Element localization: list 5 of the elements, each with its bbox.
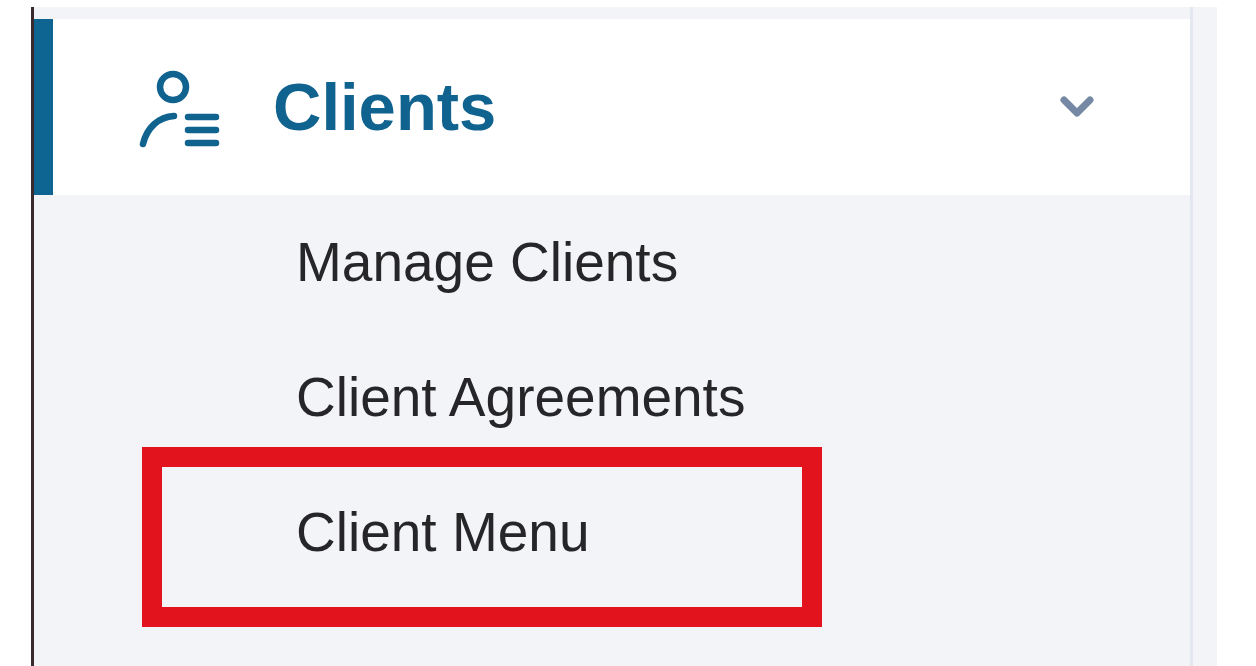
submenu-link[interactable]: Client Agreements <box>296 365 746 430</box>
submenu-link[interactable]: Client Menu <box>296 500 590 565</box>
submenu-link[interactable]: Manage Clients <box>296 230 679 295</box>
person-list-icon <box>137 69 221 149</box>
section-header[interactable]: Clients <box>34 19 1190 195</box>
